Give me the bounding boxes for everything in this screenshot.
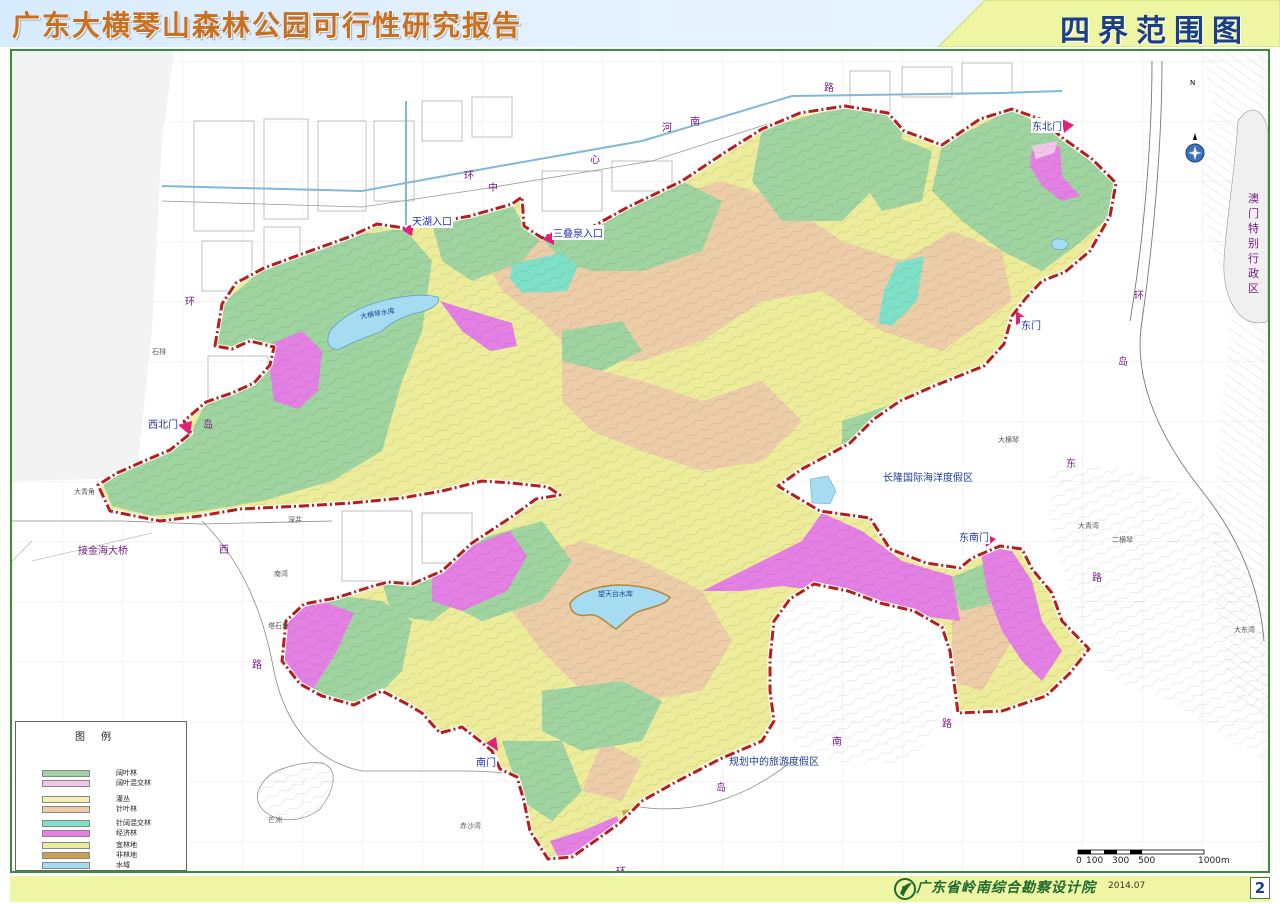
place-label: 大青湾 [1078, 522, 1099, 530]
road-char-s2: 环 [616, 867, 626, 873]
legend-label: 针阔混交林 [116, 819, 151, 827]
road-char-n5: 路 [824, 83, 834, 94]
road-char-w3: 路 [252, 660, 262, 671]
compass-label: N [1190, 79, 1196, 87]
legend-swatch [42, 820, 90, 827]
legend-swatch [42, 862, 90, 869]
legend-label: 经济林 [116, 829, 137, 837]
macau-label: 澳门特别行政区 [1248, 192, 1259, 295]
legend: 图例 阔叶林 阔叶混交林 灌丛 针叶林 针阔混交林 经济林 宜林地 非林地 水域 [15, 721, 187, 871]
scale-label: 1000m [1198, 856, 1230, 866]
legend-label: 灌丛 [116, 795, 130, 803]
page-number: 2 [1250, 877, 1270, 899]
scale-label: 100 [1086, 856, 1104, 866]
footer-date: 2014.07 [1108, 881, 1146, 891]
planned-resort-label: 规划中的旅游度假区 [729, 757, 819, 768]
legend-swatch [42, 770, 90, 777]
road-char-s1: 岛 [716, 783, 726, 794]
legend-label: 针叶林 [116, 805, 137, 813]
place-label: 二横琴 [1112, 536, 1133, 544]
place-label: 大青角 [74, 488, 95, 496]
scale-label: 300 [1112, 856, 1130, 866]
road-char-n3: 南 [690, 117, 700, 128]
legend-label: 阔叶林 [116, 769, 137, 777]
place-label: 芒洲 [268, 816, 282, 824]
road-char-e3: 路 [1092, 573, 1102, 584]
scale-label: 500 [1138, 856, 1156, 866]
road-char-w2: 西 [219, 545, 229, 556]
road-char-w1: 岛 [203, 420, 213, 431]
legend-label: 宜林地 [116, 841, 137, 849]
road-char-e0: 环 [1134, 291, 1144, 302]
north-arrow-icon [1185, 133, 1205, 163]
legend-swatch [42, 842, 90, 849]
institute-name: 广东省岭南综合勘察设计院 [916, 880, 1096, 896]
road-char-n2: 心 [590, 155, 600, 166]
report-title: 广东大横琴山森林公园可行性研究报告 [12, 9, 523, 42]
gate-label-southeast: 东南门 [958, 529, 990, 544]
gate-label-northeast: 东北门 [1031, 118, 1063, 133]
place-label: 南湾 [274, 570, 288, 578]
place-label: 塔石角 [268, 622, 289, 630]
road-char-n1: 中 [488, 183, 498, 194]
scale-bar-graphic [1077, 849, 1205, 855]
bridge-label: 接金海大桥 [78, 546, 128, 557]
legend-label: 非林地 [116, 851, 137, 859]
legend-swatch [42, 852, 90, 859]
road-char-w0: 环 [185, 297, 195, 308]
gate-label-sandiequan: 三叠泉入口 [552, 225, 604, 240]
map-title: 四界范围图 [1060, 14, 1250, 49]
road-char-s0: 南 [832, 737, 842, 748]
place-label: 大横琴 [998, 436, 1019, 444]
map-frame: N 天湖入口 三叠泉入口 东北门 东门 东南门 南门 西北门 环 中 心 南 河… [10, 49, 1270, 873]
footer: 广东省岭南综合勘察设计院 2014.07 2 [10, 876, 1270, 902]
legend-swatch [42, 796, 90, 803]
page: 广东大横琴山森林公园可行性研究报告 四界范围图 N 天湖入口 三叠泉入口 东北门… [0, 0, 1280, 904]
legend-title: 图例 [75, 732, 127, 743]
legend-label: 水域 [116, 861, 130, 869]
place-label: 石排 [152, 348, 166, 356]
gate-label-east: 东门 [1020, 317, 1042, 332]
header-banner: 广东大横琴山森林公园可行性研究报告 四界范围图 [0, 0, 1280, 49]
scale-label: 0 [1076, 856, 1082, 866]
road-char-n0: 环 [464, 171, 474, 182]
map-canvas [12, 51, 1268, 871]
gate-label-south: 南门 [475, 754, 497, 769]
road-char-e1: 岛 [1118, 357, 1128, 368]
road-char-e4: 路 [942, 719, 952, 730]
legend-label: 阔叶混交林 [116, 779, 151, 787]
legend-swatch [42, 806, 90, 813]
resort-label: 长隆国际海洋度假区 [882, 469, 974, 484]
place-label: 赤沙湾 [460, 822, 481, 830]
gate-label-northwest: 西北门 [147, 416, 179, 431]
legend-swatch [42, 780, 90, 787]
road-char-e2: 东 [1066, 459, 1076, 470]
place-label: 深井 [288, 516, 302, 524]
legend-swatch [42, 830, 90, 837]
reservoir-south-label: 望天台水库 [598, 590, 633, 598]
road-char-n4: 河 [662, 123, 672, 134]
place-label: 大东湾 [1234, 626, 1255, 634]
gate-label-tianhu: 天湖入口 [411, 213, 453, 228]
